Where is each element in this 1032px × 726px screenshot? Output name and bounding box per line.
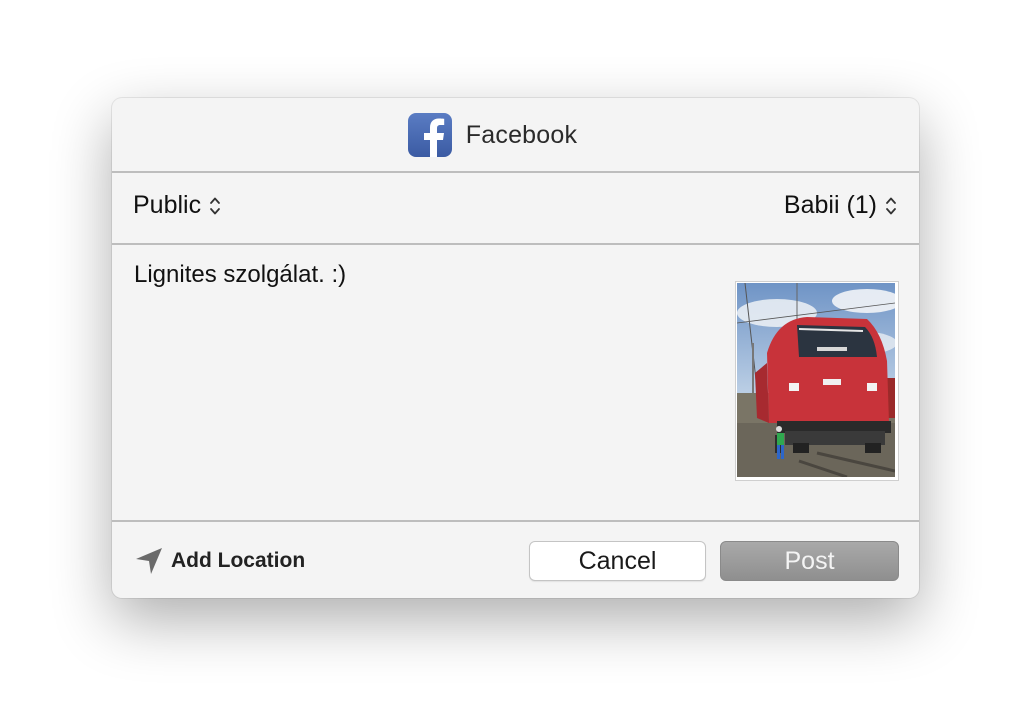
- add-location-button[interactable]: Add Location: [135, 547, 305, 575]
- dialog-title: Facebook: [465, 120, 578, 149]
- post-button[interactable]: Post: [720, 541, 899, 581]
- facebook-logo-icon: [407, 113, 452, 157]
- compose-area[interactable]: Lignites szolgálat. :): [112, 245, 919, 520]
- screen: Facebook Public Babii (1) Lignites szolg…: [0, 0, 1032, 726]
- dialog-titlebar: Facebook: [112, 98, 919, 172]
- location-arrow-icon: [136, 548, 162, 574]
- post-text[interactable]: Lignites szolgálat. :): [134, 261, 346, 289]
- add-location-label: Add Location: [171, 549, 306, 572]
- audience-label: Public: [133, 191, 202, 219]
- updown-chevron-icon: [210, 197, 220, 214]
- audience-popup[interactable]: Public: [133, 191, 221, 220]
- dialog-footer: Add Location Cancel Post: [112, 522, 919, 598]
- selector-row: Public Babii (1): [112, 173, 919, 243]
- cancel-button[interactable]: Cancel: [529, 541, 706, 581]
- photo-thumbnail[interactable]: [735, 281, 899, 481]
- account-popup[interactable]: Babii (1): [784, 191, 897, 220]
- train-photo-image: [737, 283, 895, 477]
- account-label: Babii (1): [783, 191, 877, 219]
- facebook-share-dialog: Facebook Public Babii (1) Lignites szolg…: [112, 98, 919, 598]
- updown-chevron-icon: [886, 197, 896, 214]
